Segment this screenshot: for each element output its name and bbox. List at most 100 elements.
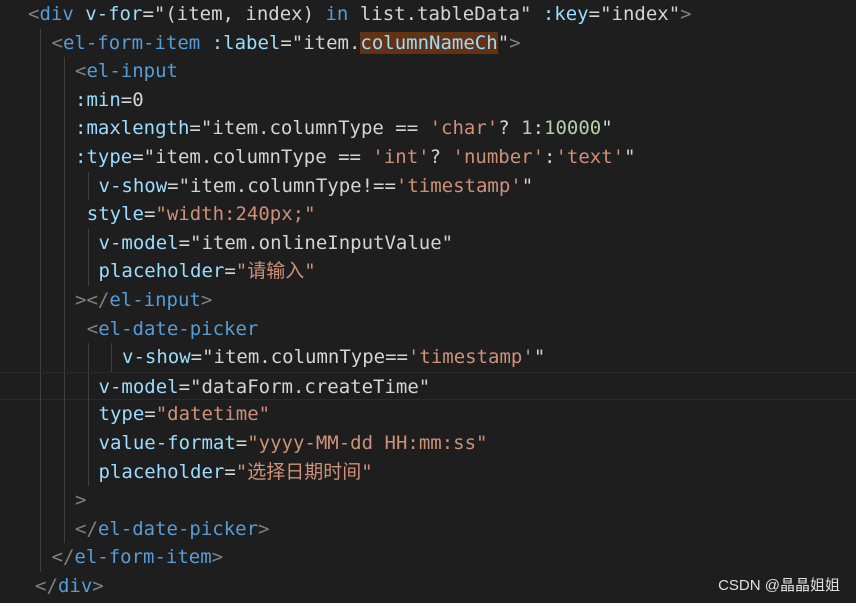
- code-token: placeholder: [98, 260, 225, 283]
- code-token: "width:240px;": [155, 203, 316, 226]
- indent-guide: [64, 143, 65, 172]
- indent-guide: [40, 171, 41, 201]
- code-text: style="width:240px;": [87, 200, 316, 229]
- indent-guide: [88, 171, 89, 201]
- code-token: :: [532, 117, 545, 140]
- code-token: =0: [120, 88, 144, 111]
- code-token: el-input: [86, 60, 178, 83]
- indent-guide: [40, 114, 41, 143]
- code-token: </: [35, 575, 58, 597]
- code-editor[interactable]: <div v-for="(item, index) in list.tableD…: [0, 0, 856, 603]
- code-line[interactable]: style="width:240px;": [0, 200, 856, 229]
- code-token: 'number': [452, 146, 545, 168]
- code-text: v-model="item.onlineInputValue": [99, 229, 454, 258]
- indent-guide: [40, 543, 41, 572]
- code-token: el-form-item: [62, 31, 201, 54]
- indent-guide: [64, 228, 65, 258]
- code-text: :maxlength="item.columnType == 'char'? 1…: [75, 114, 613, 143]
- code-line[interactable]: <el-date-picker: [0, 314, 856, 344]
- code-text: </el-form-item>: [52, 543, 224, 572]
- code-token: ": [521, 174, 534, 197]
- code-line[interactable]: :type="item.columnType == 'int'? 'number…: [0, 143, 856, 172]
- indent-guide: [64, 85, 65, 115]
- code-text: type="datetime": [99, 400, 271, 429]
- code-line[interactable]: placeholder="请输入": [0, 257, 856, 286]
- code-text: ></el-input>: [75, 286, 212, 315]
- code-line[interactable]: </el-form-item>: [0, 543, 856, 572]
- code-token: 'text': [555, 146, 625, 168]
- code-line[interactable]: <el-form-item :label="item.columnNameCh"…: [0, 28, 856, 58]
- code-line[interactable]: >: [0, 486, 856, 515]
- code-token: style: [86, 203, 144, 226]
- code-token: >: [92, 575, 104, 597]
- code-token: ": [519, 3, 543, 25]
- code-text: >: [75, 486, 86, 515]
- indent-guide: [64, 257, 65, 286]
- code-token: div: [57, 575, 93, 597]
- code-text: placeholder="选择日期时间": [99, 458, 373, 487]
- code-line[interactable]: v-model="dataForm.createTime": [0, 371, 856, 402]
- indent-guide: [64, 486, 65, 515]
- indent-guide: [40, 143, 41, 172]
- code-token: (item, index): [165, 3, 326, 25]
- code-line[interactable]: v-model="item.onlineInputValue": [0, 228, 856, 258]
- code-line[interactable]: <div v-for="(item, index) in list.tableD…: [0, 0, 856, 29]
- indent-guide: [64, 400, 65, 429]
- indent-guide: [64, 286, 65, 315]
- code-token: value-format: [98, 432, 236, 454]
- indent-guide: [64, 343, 65, 372]
- code-token: el-input: [109, 289, 201, 311]
- indent-guide: [88, 400, 89, 429]
- code-token: ": [533, 346, 546, 369]
- indent-guide: [88, 429, 89, 458]
- indent-guide: [88, 228, 89, 258]
- code-token: el-date-picker: [98, 317, 259, 340]
- code-token: v-model: [98, 375, 179, 398]
- code-token: </: [75, 517, 98, 540]
- code-line[interactable]: type="datetime": [0, 400, 856, 429]
- code-token: >: [509, 31, 521, 54]
- code-token: :label: [211, 31, 281, 54]
- code-line[interactable]: :min=0: [0, 85, 856, 115]
- code-token: 10000: [544, 117, 602, 140]
- code-token: :: [544, 146, 556, 168]
- indent-guide: [40, 57, 41, 86]
- code-line[interactable]: v-show="item.columnType!=='timestamp'": [0, 171, 856, 201]
- indent-guide: [40, 314, 41, 344]
- indent-guide: [40, 514, 41, 544]
- code-token: type: [98, 403, 145, 426]
- watermark: CSDN @晶晶姐姐: [718, 577, 840, 594]
- code-token: ?: [429, 146, 453, 168]
- code-token: "选择日期时间": [235, 460, 373, 483]
- search-match-highlight: columnNameCh: [360, 31, 498, 54]
- code-token: =: [143, 203, 156, 226]
- code-line[interactable]: </el-date-picker>: [0, 514, 856, 544]
- code-token: <: [51, 31, 63, 54]
- indent-guide: [111, 343, 112, 372]
- indent-guide: [40, 372, 41, 402]
- code-token: <: [86, 317, 99, 340]
- indent-guide: [40, 85, 41, 115]
- code-token: ": [624, 146, 636, 168]
- code-token: "yyyy-MM-dd HH:mm:ss": [247, 432, 488, 454]
- code-token: <: [28, 3, 40, 25]
- code-token: el-date-picker: [97, 517, 259, 540]
- code-text: <div v-for="(item, index) in list.tableD…: [28, 0, 692, 29]
- code-line[interactable]: value-format="yyyy-MM-dd HH:mm:ss": [0, 429, 856, 458]
- indent-guide: [40, 400, 41, 429]
- code-line[interactable]: placeholder="选择日期时间": [0, 457, 856, 487]
- code-token: ="item.columnType ==: [132, 146, 373, 168]
- code-token: >: [680, 3, 692, 25]
- code-token: :type: [75, 146, 133, 168]
- code-token: 'timestamp': [395, 174, 522, 197]
- code-line[interactable]: v-show="item.columnType=='timestamp'": [0, 343, 856, 372]
- code-token: <: [75, 60, 87, 83]
- code-line[interactable]: :maxlength="item.columnType == 'char'? 1…: [0, 114, 856, 143]
- code-token: ="item.columnType==: [190, 346, 408, 369]
- indent-guide: [40, 486, 41, 515]
- code-line[interactable]: <el-input: [0, 57, 856, 86]
- code-token: v-for: [85, 3, 143, 25]
- code-line[interactable]: ></el-input>: [0, 286, 856, 315]
